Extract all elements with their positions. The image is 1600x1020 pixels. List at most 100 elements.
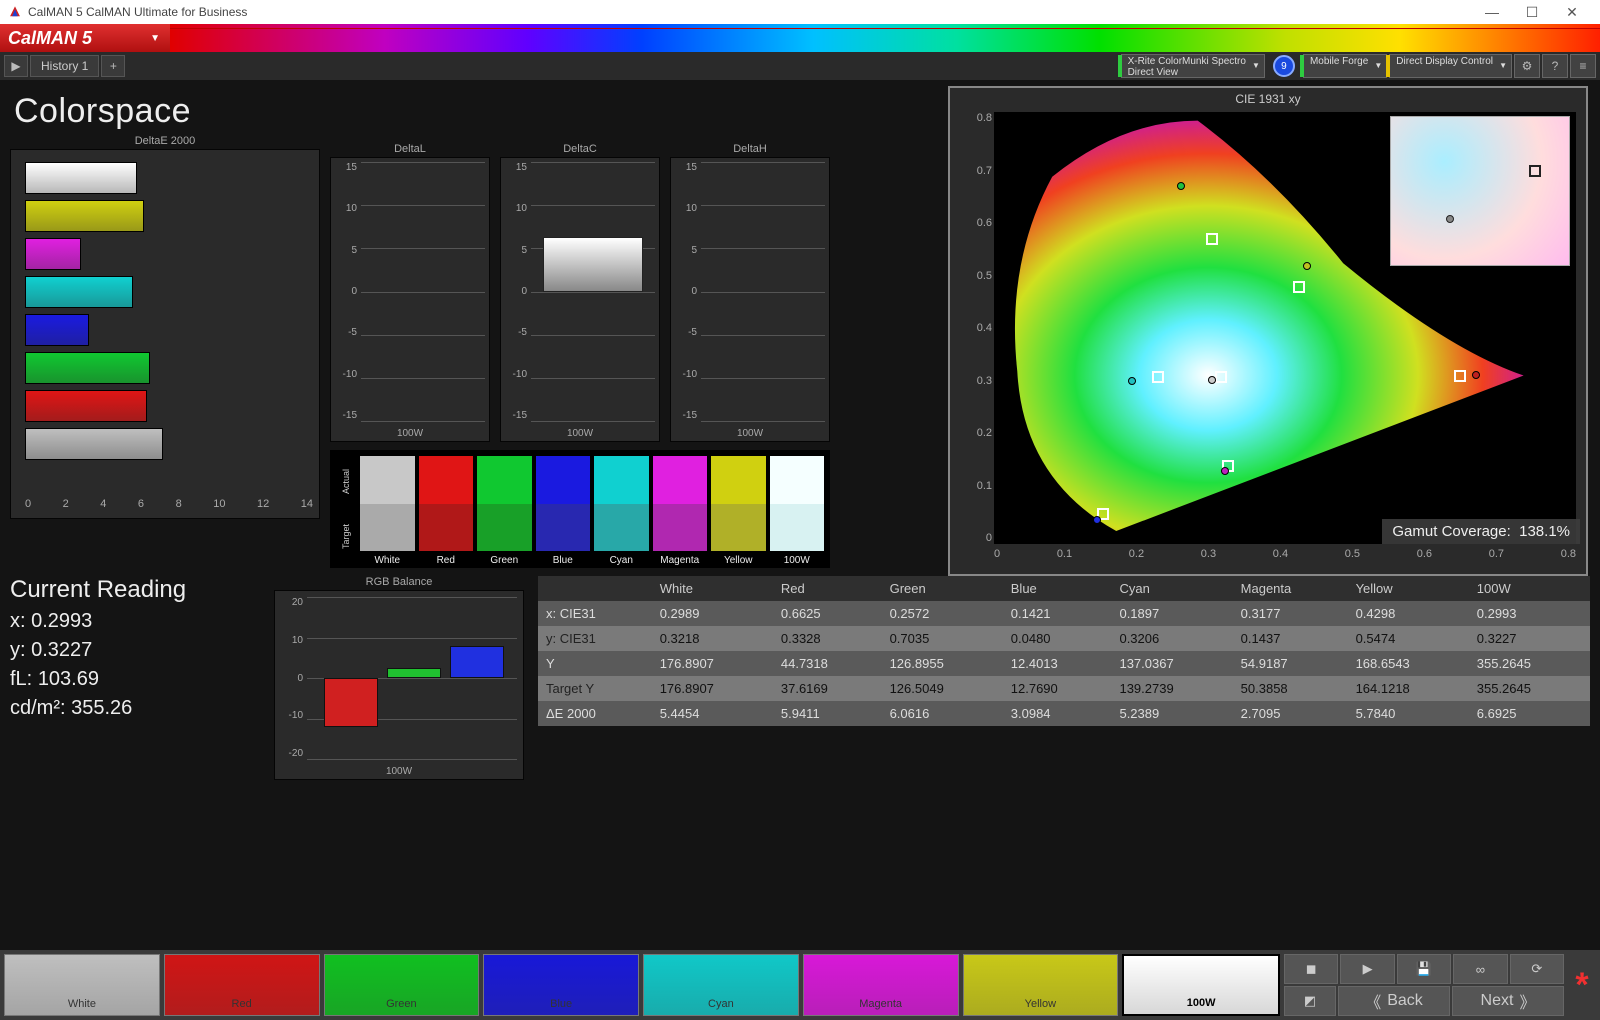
pattern-swatch[interactable]: White [4,954,160,1016]
axis-tick: 0.3 [977,375,992,387]
axis-tick: 0.3 [1201,548,1216,566]
add-tab-button[interactable]: + [101,55,125,77]
swatch-actual-label: Actual [341,474,351,494]
cie-measured-marker [1208,376,1216,384]
table-cell: 0.5474 [1348,626,1469,651]
pattern-swatch[interactable]: 100W [1122,954,1280,1016]
rgb-balance-chart: 20100-10-20 100W [274,590,524,780]
axis-tick: 0 [351,286,357,297]
swatch-column: Blue [536,456,591,566]
axis-tick: 5 [691,245,697,256]
cie-target-marker [1206,233,1218,245]
delta-title: DeltaL [330,143,490,155]
table-row: Target Y176.890737.6169126.504912.769013… [538,676,1590,701]
table-header: Red [773,576,882,601]
cie-measured-marker [1221,467,1229,475]
meter-line2: Direct View [1128,68,1246,79]
cr-fl-label: fL: [10,668,32,690]
rgb-balance-title: RGB Balance [274,576,524,588]
swatch-caption: Green [477,551,532,566]
row-label: Target Y [538,676,652,701]
brand-menu[interactable]: CalMAN 5 ▼ [0,24,170,52]
table-row: ΔE 20005.44545.94116.06163.09845.23892.7… [538,701,1590,726]
axis-tick: 0.6 [977,217,992,229]
window-close-button[interactable]: ✕ [1552,4,1592,21]
cr-cd-label: cd/m²: [10,697,66,719]
window-maximize-button[interactable]: ☐ [1512,4,1552,21]
next-button[interactable]: Next 》 [1452,986,1564,1016]
axis-tick: -5 [348,327,357,338]
table-cell: 44.7318 [773,651,882,676]
gamut-label: Gamut Coverage: [1392,523,1510,540]
axis-tick: -20 [289,748,303,759]
table-cell: 3.0984 [1003,701,1112,726]
chevron-down-icon: ▼ [1499,62,1507,70]
swatch-caption: Yellow [711,551,766,566]
table-cell: 6.6925 [1469,701,1590,726]
preview-measured-icon [1446,215,1454,223]
axis-tick: 0.2 [1129,548,1144,566]
window-minimize-button[interactable]: — [1472,4,1512,20]
back-button[interactable]: 《 Back [1338,986,1450,1016]
cr-cd-value: 355.26 [71,697,132,719]
cr-x-label: x: [10,610,26,632]
swatch-column: Yellow [711,456,766,566]
source-label: Mobile Forge [1310,57,1368,68]
source-dropdown[interactable]: Mobile Forge ▼ [1303,54,1387,78]
cr-y-label: y: [10,639,26,661]
delta-plot: 151050-5-10-15100W [330,157,490,442]
infinity-button[interactable]: ∞ [1453,954,1507,984]
table-header: 100W [1469,576,1590,601]
swatch-label: Green [386,998,417,1010]
swatch-target-label: Target [341,529,351,549]
swatch-caption: Blue [536,551,591,566]
cie-target-marker [1152,371,1164,383]
play-button[interactable]: ▶ [1340,954,1394,984]
pattern-swatch[interactable]: Blue [483,954,639,1016]
save-button[interactable]: 💾 [1397,954,1451,984]
table-cell: 5.9411 [773,701,882,726]
pattern-swatch[interactable]: Green [324,954,480,1016]
rgb-bar [450,646,505,678]
pattern-swatch[interactable]: Red [164,954,320,1016]
table-header: White [652,576,773,601]
axis-tick: -10 [683,369,697,380]
refresh-button[interactable]: ⟳ [1510,954,1564,984]
table-cell: 126.5049 [882,676,1003,701]
table-cell: 0.6625 [773,601,882,626]
cr-y-value: 0.3227 [31,639,92,661]
axis-tick: -10 [289,710,303,721]
table-cell: 139.2739 [1111,676,1232,701]
table-cell: 54.9187 [1233,651,1348,676]
gear-icon[interactable]: ⚙ [1514,54,1540,78]
mode-button[interactable]: ◩ [1284,986,1336,1016]
menu-icon[interactable]: ≡ [1570,54,1596,78]
display-dropdown[interactable]: Direct Display Control ▼ [1389,54,1512,78]
axis-tick: 0.1 [977,480,992,492]
measurements-table: WhiteRedGreenBlueCyanMagentaYellow100Wx:… [538,576,1590,726]
reading-counter[interactable]: 9 [1273,55,1295,77]
swatch-column: 100W [770,456,825,566]
table-cell: 0.1897 [1111,601,1232,626]
table-cell: 0.3328 [773,626,882,651]
help-icon[interactable]: ? [1542,54,1568,78]
delta-xlabel: 100W [501,428,659,439]
table-cell: 0.1421 [1003,601,1112,626]
axis-tick: 2 [63,498,69,516]
window-title: CalMAN 5 CalMAN Ultimate for Business [28,5,247,19]
pattern-swatch[interactable]: Magenta [803,954,959,1016]
table-cell: 0.3227 [1469,626,1590,651]
nav-back-button[interactable]: ▶ [4,55,28,77]
axis-tick: 0.8 [977,112,992,124]
axis-tick: 0.5 [977,270,992,282]
table-header: Green [882,576,1003,601]
meter-dropdown[interactable]: X-Rite ColorMunki Spectro Direct View ▼ [1121,54,1265,78]
toolbar: ▶ History 1 + X-Rite ColorMunki Spectro … [0,52,1600,80]
pattern-swatch[interactable]: Cyan [643,954,799,1016]
table-cell: 355.2645 [1469,676,1590,701]
swatch-caption: Red [419,551,474,566]
pattern-swatch[interactable]: Yellow [963,954,1119,1016]
history-tab[interactable]: History 1 [30,55,99,77]
axis-tick: 15 [686,162,697,173]
stop-button[interactable]: ◼ [1284,954,1338,984]
